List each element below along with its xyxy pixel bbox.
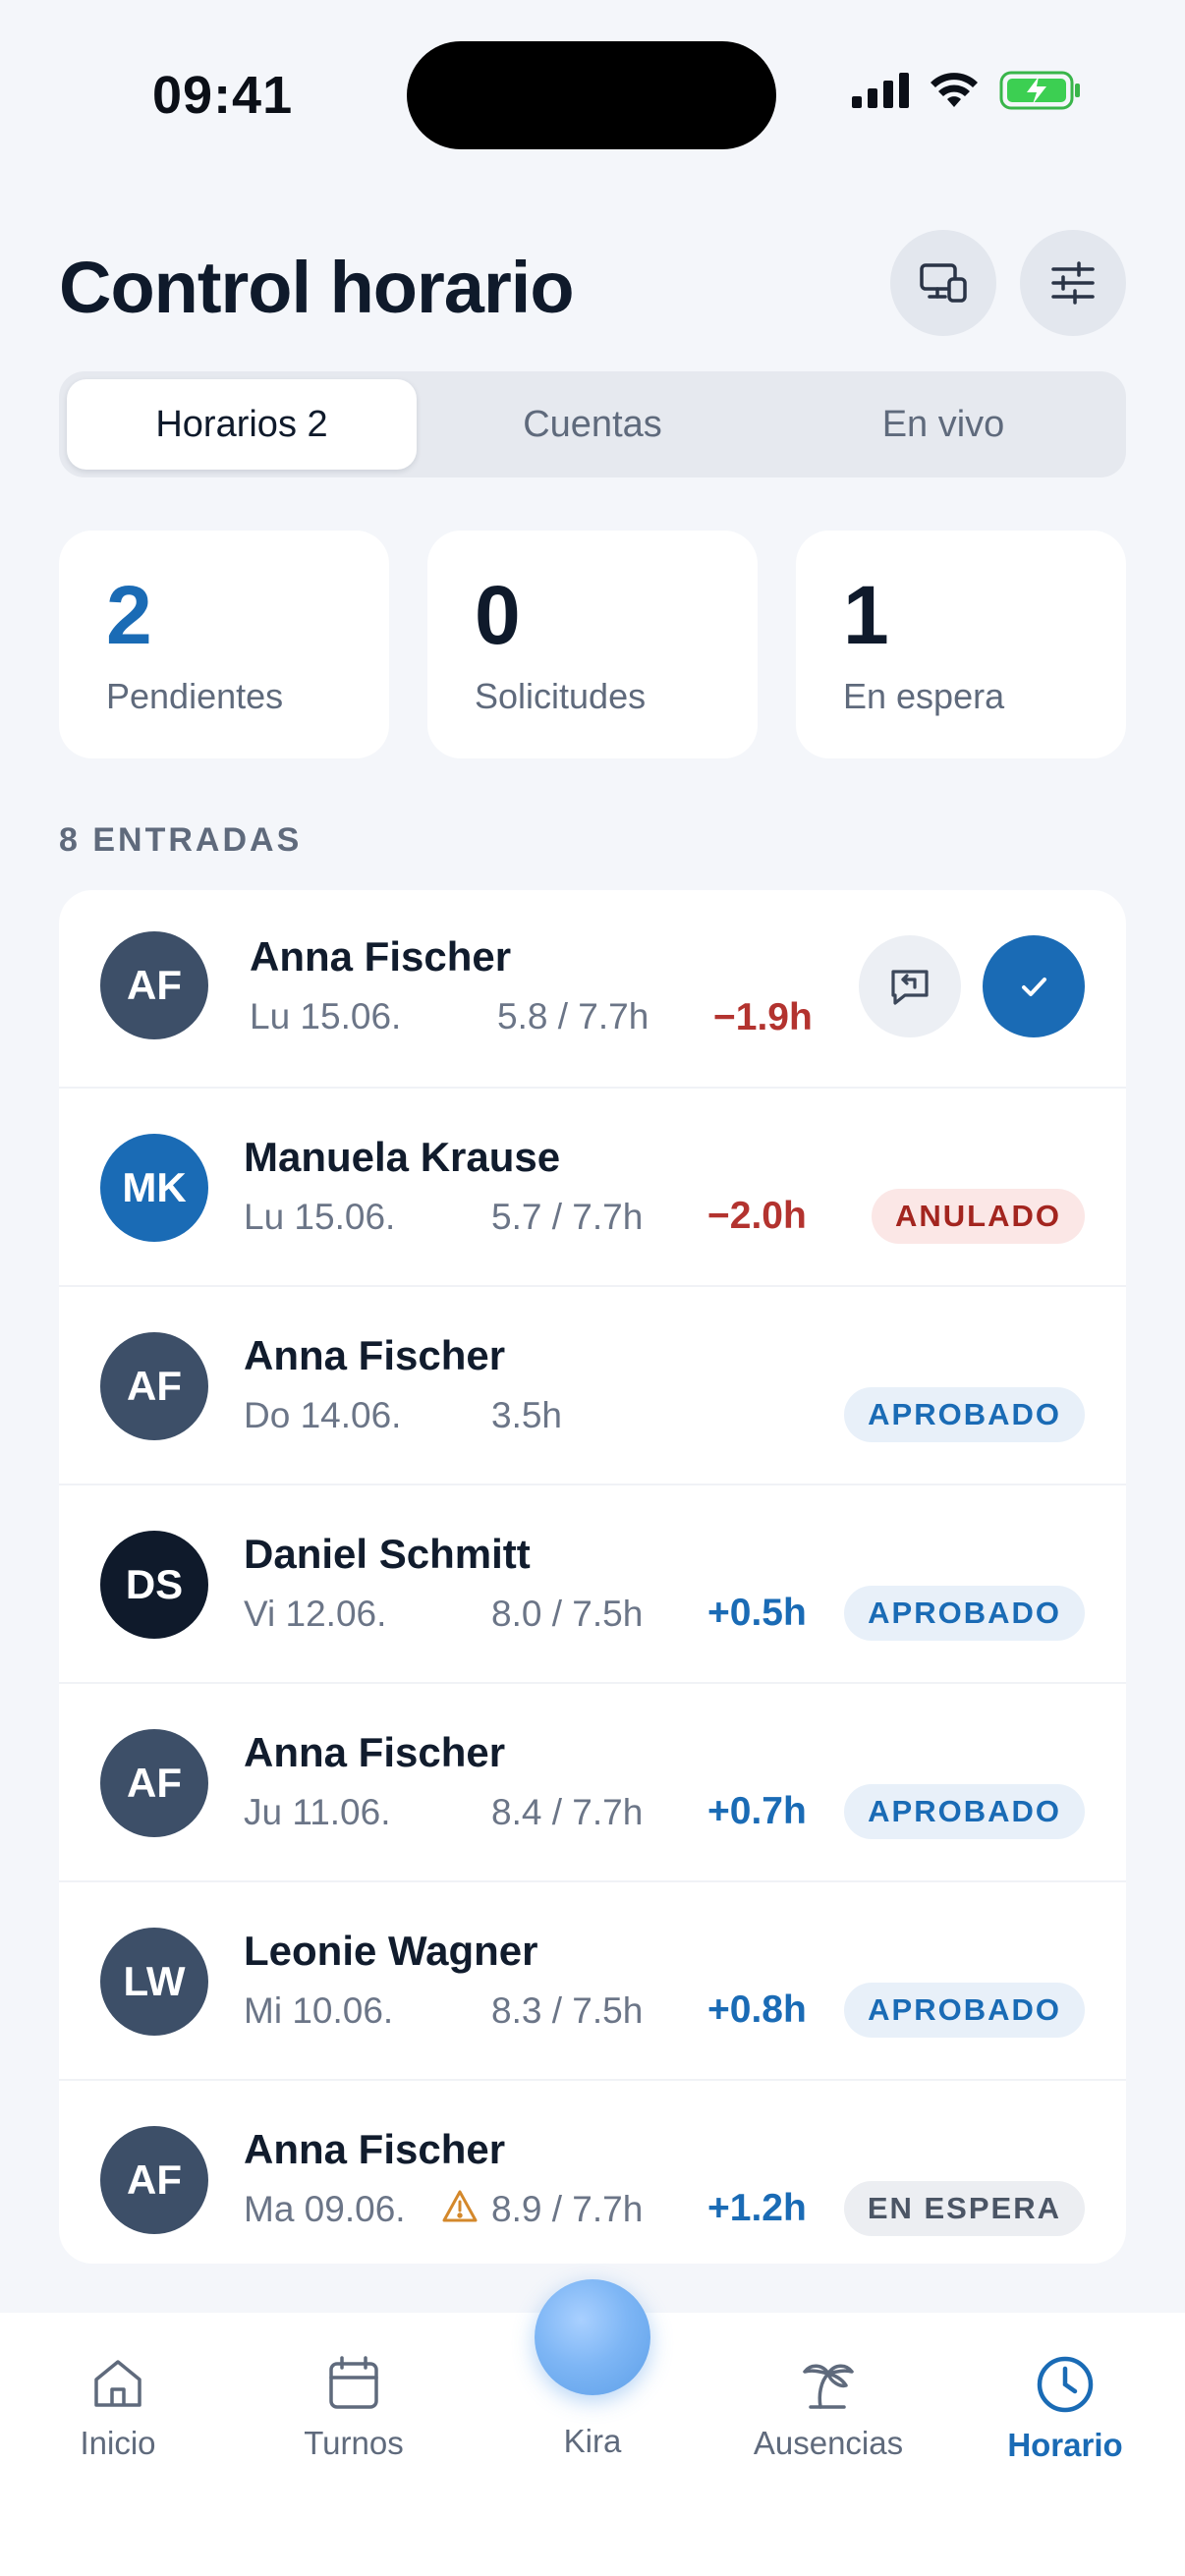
entries-count-label: 8 ENTRADAS [59, 821, 303, 859]
entry-date: Vi 12.06. [244, 1594, 387, 1634]
time-tracking-screen: 09:41 Control horario Horarios 2 Cuentas… [0, 0, 1185, 2576]
palm-tree-icon [803, 2364, 854, 2409]
stat-value: 2 [106, 569, 152, 661]
reply-message-icon [891, 970, 929, 1005]
cellular-signal-icon [852, 73, 909, 108]
stat-label: En espera [843, 676, 1005, 716]
entry-name: Leonie Wagner [244, 1928, 538, 1974]
dynamic-island [407, 41, 776, 149]
entry-delta: +1.2h [707, 2187, 807, 2229]
entry-delta: −1.9h [713, 996, 813, 1038]
filter-button[interactable] [1020, 230, 1126, 336]
battery-charging-icon [999, 71, 1080, 110]
avatar: AF [100, 931, 208, 1039]
status-badge: APROBADO [844, 1784, 1085, 1839]
nav-turnos[interactable]: Turnos [265, 2352, 442, 2462]
avatar: MK [100, 1134, 208, 1242]
entry-name: Anna Fischer [244, 1729, 506, 1775]
warning-icon [442, 2190, 478, 2222]
stat-value: 1 [843, 569, 889, 661]
avatar: AF [100, 2126, 208, 2234]
entry-delta: −2.0h [707, 1195, 807, 1237]
entry-hours: 3.5h [491, 1395, 563, 1435]
tab-en-vivo[interactable]: En vivo [768, 379, 1118, 470]
tab-cuentas[interactable]: Cuentas [418, 379, 767, 470]
entry-date: Ju 11.06. [244, 1792, 391, 1832]
status-badge: APROBADO [844, 1387, 1085, 1442]
stat-label: Solicitudes [475, 676, 647, 716]
nav-ausencias[interactable]: Ausencias [740, 2352, 917, 2462]
entry-hours: 8.3 / 7.5h [491, 1990, 644, 2031]
entry-row[interactable]: AF Anna Fischer Lu 15.06. 5.8 / 7.7h −1.… [59, 890, 1126, 1089]
nav-label: Turnos [304, 2425, 404, 2461]
nav-label: Inicio [80, 2425, 156, 2461]
status-badge: APROBADO [844, 1983, 1085, 2038]
calendar-icon [329, 2356, 378, 2409]
entry-row[interactable]: DS Daniel Schmitt Vi 12.06. 8.0 / 7.5h +… [59, 1485, 1126, 1684]
nav-inicio[interactable]: Inicio [29, 2352, 206, 2462]
entry-name: Anna Fischer [244, 1332, 506, 1378]
avatar: LW [100, 1928, 208, 2036]
stat-card-solicitudes[interactable]: 0 Solicitudes [427, 531, 758, 758]
entry-delta: +0.5h [707, 1592, 807, 1634]
stat-card-en-espera[interactable]: 1 En espera [796, 531, 1126, 758]
avatar: AF [100, 1332, 208, 1440]
devices-icon [920, 263, 967, 303]
entry-hours: 8.0 / 7.5h [491, 1594, 644, 1634]
entry-hours: 5.7 / 7.7h [491, 1197, 644, 1237]
entry-date: Lu 15.06. [244, 1197, 396, 1237]
entry-delta: +0.8h [707, 1988, 807, 2031]
entry-date: Lu 15.06. [250, 996, 402, 1036]
approve-button[interactable] [983, 935, 1085, 1037]
entry-row[interactable]: AF Anna Fischer Ju 11.06. 8.4 / 7.7h +0.… [59, 1684, 1126, 1882]
sliders-icon [1051, 261, 1095, 305]
entry-date: Do 14.06. [244, 1395, 402, 1435]
entry-date: Mi 10.06. [244, 1990, 394, 2031]
stat-card-pendientes[interactable]: 2 Pendientes [59, 531, 389, 758]
kira-assistant-orb[interactable] [535, 2279, 650, 2395]
status-time: 09:41 [152, 66, 294, 125]
entry-row[interactable]: AF Anna Fischer Ma 09.06. 8.9 / 7.7h +1.… [59, 2081, 1126, 2264]
entry-row[interactable]: AF Anna Fischer Do 14.06. 3.5h APROBADO [59, 1287, 1126, 1485]
entry-row[interactable]: MK Manuela Krause Lu 15.06. 5.7 / 7.7h −… [59, 1089, 1126, 1287]
entry-hours: 5.8 / 7.7h [497, 996, 649, 1036]
entry-hours: 8.9 / 7.7h [491, 2189, 644, 2229]
entry-name: Anna Fischer [244, 2126, 506, 2172]
entry-row[interactable]: LW Leonie Wagner Mi 10.06. 8.3 / 7.5h +0… [59, 1882, 1126, 2081]
status-badge: EN ESPERA [843, 2181, 1085, 2236]
entry-name: Manuela Krause [244, 1134, 561, 1180]
avatar: DS [100, 1531, 208, 1639]
entry-hours: 8.4 / 7.7h [491, 1792, 644, 1832]
stat-label: Pendientes [106, 676, 284, 716]
devices-button[interactable] [890, 230, 996, 336]
nav-label: Horario [1007, 2427, 1123, 2463]
entry-name: Anna Fischer [250, 933, 512, 980]
entry-delta: +0.7h [707, 1790, 807, 1832]
avatar: AF [100, 1729, 208, 1837]
page-title: Control horario [59, 247, 575, 328]
stat-value: 0 [475, 569, 521, 661]
check-icon [1022, 978, 1046, 996]
nav-kira-label[interactable]: Kira [494, 2423, 691, 2460]
status-badge: ANULADO [872, 1189, 1085, 1244]
comment-button[interactable] [859, 935, 961, 1037]
status-badge: APROBADO [844, 1586, 1085, 1641]
status-bar: 09:41 [0, 0, 1185, 187]
entries-list: AF Anna Fischer Lu 15.06. 5.8 / 7.7h −1.… [59, 890, 1126, 2264]
entry-date: Ma 09.06. [244, 2189, 406, 2229]
clock-icon [1037, 2356, 1094, 2413]
home-icon [94, 2360, 141, 2407]
nav-horario[interactable]: Horario [977, 2352, 1154, 2464]
view-tabs: Horarios 2 Cuentas En vivo [59, 371, 1126, 477]
tab-horarios[interactable]: Horarios 2 [67, 379, 417, 470]
nav-label: Ausencias [753, 2425, 904, 2461]
wifi-icon [931, 73, 978, 107]
entry-name: Daniel Schmitt [244, 1531, 531, 1577]
status-icons [852, 71, 1082, 110]
